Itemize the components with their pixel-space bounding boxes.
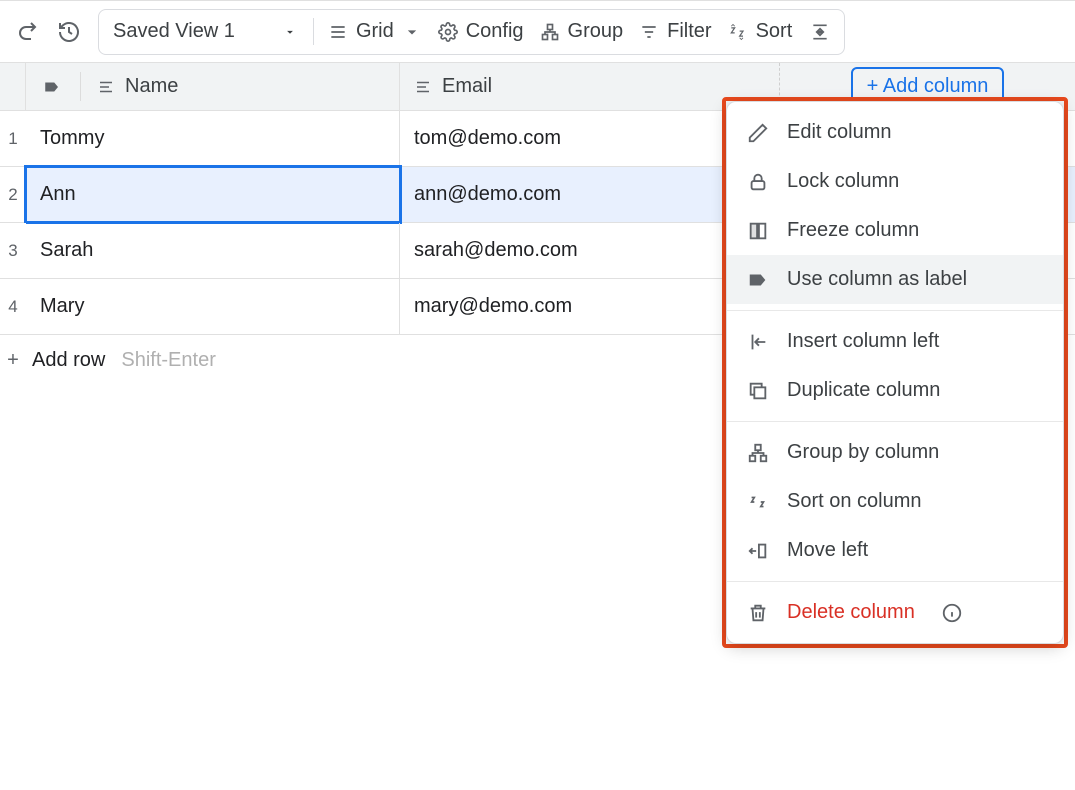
sort-az-icon bbox=[747, 491, 769, 513]
plus-icon: + bbox=[4, 349, 22, 372]
pencil-icon bbox=[747, 122, 769, 144]
cell-name[interactable]: Ann bbox=[26, 167, 400, 222]
menu-label: Freeze column bbox=[787, 219, 919, 242]
row-number: 4 bbox=[0, 279, 26, 334]
group-label: Group bbox=[568, 20, 624, 43]
caret-down-icon bbox=[402, 22, 422, 42]
column-name-label: Name bbox=[125, 75, 178, 98]
menu-duplicate-column[interactable]: Duplicate column bbox=[727, 366, 1063, 415]
gear-icon bbox=[438, 22, 458, 42]
sort-label: Sort bbox=[756, 20, 793, 43]
menu-label: Group by column bbox=[787, 441, 939, 464]
lock-icon bbox=[747, 171, 769, 193]
group-button[interactable]: Group bbox=[532, 14, 632, 49]
menu-insert-left[interactable]: Insert column left bbox=[727, 317, 1063, 366]
config-button[interactable]: Config bbox=[430, 14, 532, 49]
saved-view-selector[interactable]: Saved View 1 bbox=[103, 10, 307, 54]
menu-label: Move left bbox=[787, 539, 868, 562]
info-icon bbox=[941, 602, 963, 624]
column-context-menu: Edit column Lock column Freeze column Us… bbox=[726, 101, 1064, 644]
redo-button[interactable] bbox=[8, 13, 46, 51]
menu-freeze-column[interactable]: Freeze column bbox=[727, 206, 1063, 255]
label-tag-icon bbox=[40, 75, 64, 99]
row-height-button[interactable] bbox=[800, 16, 840, 48]
layout-selector[interactable]: Grid bbox=[320, 14, 430, 49]
add-column-label: + Add column bbox=[867, 75, 989, 98]
cell-name[interactable]: Sarah bbox=[26, 223, 400, 278]
grid-lines-icon bbox=[328, 22, 348, 42]
config-label: Config bbox=[466, 20, 524, 43]
move-left-icon bbox=[747, 540, 769, 562]
column-header-name[interactable]: Name bbox=[26, 63, 400, 110]
saved-view-label: Saved View 1 bbox=[113, 20, 235, 43]
column-email-label: Email bbox=[442, 75, 492, 98]
freeze-icon bbox=[747, 220, 769, 242]
cell-name[interactable]: Tommy bbox=[26, 111, 400, 166]
history-icon bbox=[57, 20, 81, 44]
text-lines-icon bbox=[97, 78, 115, 96]
menu-label: Delete column bbox=[787, 601, 915, 624]
duplicate-icon bbox=[747, 380, 769, 402]
menu-label: Edit column bbox=[787, 121, 892, 144]
toolbar: Saved View 1 Grid Config Group Filter So… bbox=[0, 1, 1075, 63]
row-number-header bbox=[0, 63, 26, 110]
menu-label: Lock column bbox=[787, 170, 899, 193]
caret-down-icon bbox=[283, 25, 297, 39]
layout-label: Grid bbox=[356, 20, 394, 43]
row-number: 3 bbox=[0, 223, 26, 278]
add-row-hint: Shift-Enter bbox=[121, 349, 215, 372]
menu-use-as-label[interactable]: Use column as label bbox=[727, 255, 1063, 304]
sort-button[interactable]: Sort bbox=[720, 14, 801, 49]
trash-icon bbox=[747, 602, 769, 624]
menu-edit-column[interactable]: Edit column bbox=[727, 108, 1063, 157]
row-height-icon bbox=[810, 22, 830, 42]
add-row-label: Add row bbox=[32, 349, 105, 372]
menu-group-by[interactable]: Group by column bbox=[727, 428, 1063, 477]
view-controls: Saved View 1 Grid Config Group Filter So… bbox=[98, 9, 845, 55]
filter-icon bbox=[639, 22, 659, 42]
sort-az-icon bbox=[728, 22, 748, 42]
menu-move-left[interactable]: Move left bbox=[727, 526, 1063, 575]
text-lines-icon bbox=[414, 78, 432, 96]
context-menu-highlight: Edit column Lock column Freeze column Us… bbox=[722, 97, 1068, 648]
row-number: 1 bbox=[0, 111, 26, 166]
menu-label: Duplicate column bbox=[787, 379, 940, 402]
group-icon bbox=[747, 442, 769, 464]
cell-name[interactable]: Mary bbox=[26, 279, 400, 334]
menu-label: Sort on column bbox=[787, 490, 922, 513]
menu-delete-column[interactable]: Delete column bbox=[727, 588, 1063, 637]
menu-label: Use column as label bbox=[787, 268, 967, 291]
redo-icon bbox=[15, 20, 39, 44]
label-tag-icon bbox=[747, 269, 769, 291]
menu-lock-column[interactable]: Lock column bbox=[727, 157, 1063, 206]
row-number: 2 bbox=[0, 167, 26, 222]
menu-label: Insert column left bbox=[787, 330, 939, 353]
history-button[interactable] bbox=[50, 13, 88, 51]
insert-left-icon bbox=[747, 331, 769, 353]
filter-button[interactable]: Filter bbox=[631, 14, 719, 49]
menu-sort-on[interactable]: Sort on column bbox=[727, 477, 1063, 526]
filter-label: Filter bbox=[667, 20, 711, 43]
group-icon bbox=[540, 22, 560, 42]
